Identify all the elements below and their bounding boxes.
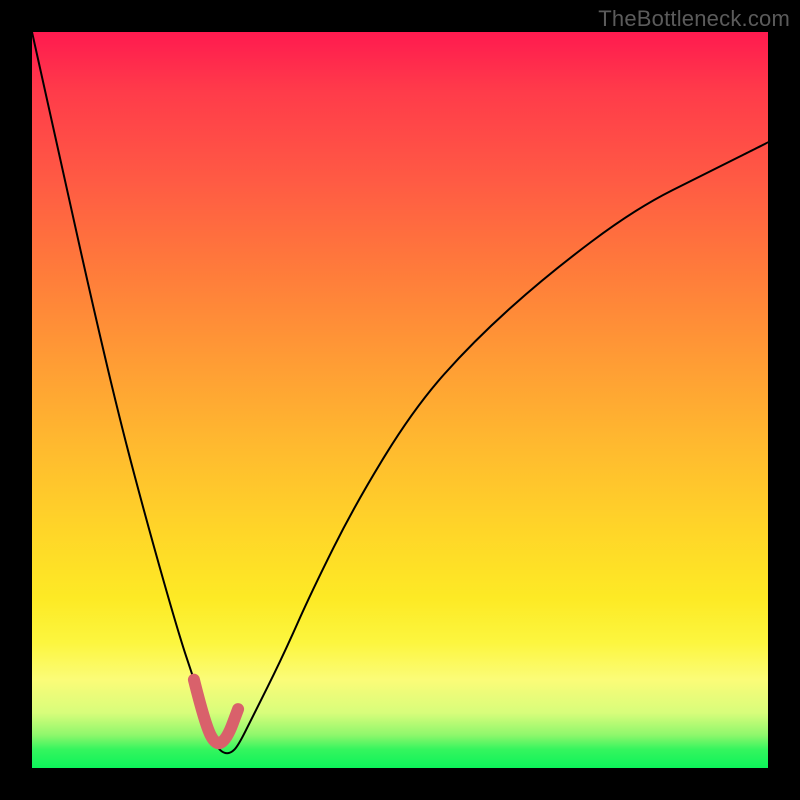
bottleneck-curve — [32, 32, 768, 753]
highlight-segment — [194, 680, 238, 743]
curve-layer — [32, 32, 768, 768]
watermark-text: TheBottleneck.com — [598, 6, 790, 32]
chart-frame: TheBottleneck.com — [0, 0, 800, 800]
plot-area — [32, 32, 768, 768]
